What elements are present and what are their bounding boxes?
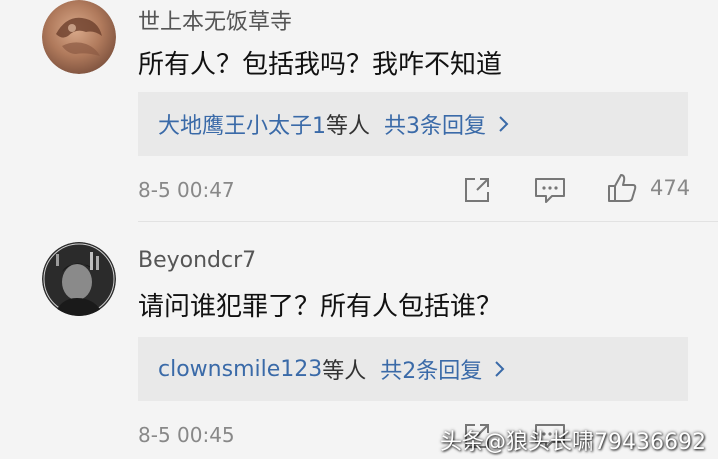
- thumbs-up-icon: [608, 174, 637, 202]
- reply-user-names: 大地鹰王小太子1: [158, 114, 326, 139]
- comment-text: 所有人？包括我吗？我咋不知道: [138, 50, 503, 80]
- share-icon[interactable]: [463, 176, 491, 204]
- reply-suffix: 等人: [322, 359, 367, 384]
- comment-item: 世上本无饭草寺 所有人？包括我吗？我咋不知道 大地鹰王小太子1 等人 共3条回复…: [0, 0, 718, 222]
- chevron-right-icon: [499, 116, 509, 132]
- comment-username[interactable]: 世上本无饭草寺: [138, 4, 292, 36]
- watermark: 头条@狼头长啸79436692: [440, 430, 706, 455]
- comment-username[interactable]: Beyondcr7: [138, 248, 256, 273]
- like-button[interactable]: 474: [606, 172, 690, 204]
- comment-icon[interactable]: [534, 176, 566, 204]
- reply-count: 共3条回复: [384, 114, 487, 139]
- comment-timestamp: 8-5 00:47: [138, 178, 235, 202]
- chevron-right-icon: [495, 361, 505, 377]
- comment-text: 请问谁犯罪了？所有人包括谁？: [138, 292, 503, 322]
- avatar-image: [42, 0, 116, 74]
- avatar[interactable]: [42, 242, 116, 316]
- avatar[interactable]: [42, 0, 116, 74]
- avatar-image: [42, 242, 116, 316]
- reply-suffix: 等人: [326, 114, 371, 139]
- replies-preview[interactable]: 大地鹰王小太子1 等人 共3条回复: [138, 92, 688, 156]
- reply-user-names: clownsmile123: [158, 356, 323, 382]
- replies-preview[interactable]: clownsmile123 等人 共2条回复: [138, 337, 688, 401]
- reply-count: 共2条回复: [380, 359, 483, 384]
- comment-timestamp: 8-5 00:45: [138, 423, 235, 447]
- like-count: 474: [650, 176, 691, 200]
